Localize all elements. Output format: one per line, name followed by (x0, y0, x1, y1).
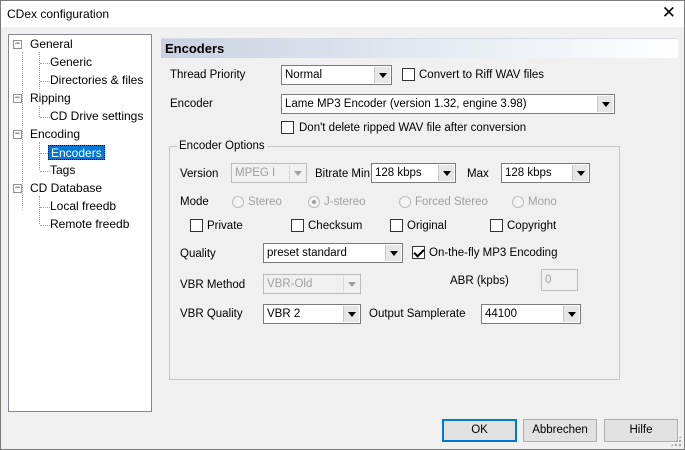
checksum-checkbox[interactable] (291, 219, 304, 232)
copyright-checkbox[interactable] (490, 219, 503, 232)
encoder-select[interactable]: Lame MP3 Encoder (version 1.32, engine 3… (281, 94, 615, 114)
tree-connector (39, 52, 40, 89)
tree-connector (39, 142, 40, 170)
vbr-quality-label: VBR Quality (180, 308, 243, 320)
mode-jstereo-label: J-stereo (324, 196, 366, 208)
quality-value: preset standard (267, 247, 347, 259)
title-bar: CDex configuration ✕ (1, 1, 684, 27)
chevron-down-icon (343, 276, 359, 292)
collapse-icon[interactable]: − (13, 130, 22, 139)
vbr-quality-value: VBR 2 (267, 308, 301, 320)
tree-connector (40, 207, 50, 208)
chevron-down-icon (572, 165, 588, 181)
chevron-down-icon (374, 67, 390, 83)
tree-item-encoding[interactable]: Encoding (30, 127, 80, 142)
bitrate-min-label: Bitrate Min (315, 168, 370, 180)
copyright-label: Copyright (507, 220, 557, 232)
help-button[interactable]: Hilfe (604, 419, 678, 442)
chevron-down-icon (385, 245, 401, 261)
private-checkbox[interactable] (190, 219, 203, 232)
tree-connector (22, 52, 23, 210)
encoder-value: Lame MP3 Encoder (version 1.32, engine 3… (285, 98, 527, 110)
version-value: MPEG I (235, 167, 276, 179)
tree-item-encoders[interactable]: Encoders (48, 145, 105, 160)
vbr-method-select[interactable]: VBR-Old (263, 274, 361, 294)
vbr-quality-select[interactable]: VBR 2 (263, 304, 361, 324)
quality-label: Quality (180, 248, 216, 260)
ok-button[interactable]: OK (442, 419, 517, 442)
tree-connector (39, 196, 40, 224)
original-label: Original (407, 220, 447, 232)
tree-item-remote-freedb[interactable]: Remote freedb (50, 217, 129, 232)
tree-item-local-freedb[interactable]: Local freedb (50, 199, 116, 214)
private-label: Private (207, 220, 243, 232)
tree-item-directories[interactable]: Directories & files (50, 73, 143, 88)
convert-riff-checkbox[interactable] (402, 68, 415, 81)
mode-forced-stereo-label: Forced Stereo (415, 196, 488, 208)
dont-delete-checkbox[interactable] (281, 121, 294, 134)
thread-priority-label: Thread Priority (170, 69, 246, 81)
tree-connector (40, 171, 50, 172)
chevron-down-icon (438, 165, 454, 181)
checksum-label: Checksum (308, 220, 363, 232)
tree-item-cd-drive-settings[interactable]: CD Drive settings (50, 109, 143, 124)
collapse-icon[interactable]: − (13, 94, 22, 103)
tree-item-cd-database[interactable]: CD Database (30, 181, 102, 196)
encoder-label: Encoder (170, 98, 213, 110)
max-label: Max (467, 168, 489, 180)
chevron-down-icon (563, 306, 579, 322)
output-samplerate-value: 44100 (485, 308, 517, 320)
dont-delete-label: Don't delete ripped WAV file after conve… (299, 122, 527, 134)
output-samplerate-select[interactable]: 44100 (481, 304, 581, 324)
thread-priority-value: Normal (285, 69, 323, 81)
window-title: CDex configuration (7, 7, 110, 21)
settings-tree[interactable]: − General Generic Directories & files − … (8, 34, 152, 412)
abr-input[interactable]: 0 (541, 269, 578, 291)
tree-connector (39, 106, 40, 117)
chevron-down-icon (343, 306, 359, 322)
chevron-down-icon (597, 96, 613, 112)
tree-connector (40, 225, 50, 226)
original-checkbox[interactable] (390, 219, 403, 232)
collapse-icon[interactable]: − (13, 184, 22, 193)
panel-header: Encoders (161, 38, 678, 58)
cancel-button[interactable]: Abbrechen (523, 419, 597, 442)
tree-item-general[interactable]: General (30, 37, 73, 52)
chevron-down-icon (289, 165, 305, 181)
max-select[interactable]: 128 kbps (501, 163, 590, 183)
mode-jstereo-radio[interactable] (308, 196, 320, 208)
vbr-method-value: VBR-Old (267, 278, 313, 290)
close-icon[interactable]: ✕ (662, 4, 676, 22)
mode-mono-label: Mono (528, 196, 557, 208)
quality-select[interactable]: preset standard (263, 243, 403, 263)
onthefly-checkbox[interactable] (412, 246, 425, 259)
thread-priority-select[interactable]: Normal (281, 65, 392, 85)
version-select[interactable]: MPEG I (231, 163, 307, 183)
version-label: Version (180, 168, 219, 180)
mode-label: Mode (180, 196, 209, 208)
tree-item-generic[interactable]: Generic (50, 55, 92, 70)
max-value: 128 kbps (505, 167, 552, 179)
bitrate-min-select[interactable]: 128 kbps (371, 163, 456, 183)
mode-stereo-label: Stereo (248, 196, 282, 208)
mode-mono-radio[interactable] (512, 196, 524, 208)
config-window: CDex configuration ✕ − General Generic D… (0, 0, 685, 450)
tree-item-ripping[interactable]: Ripping (30, 91, 71, 106)
abr-label: ABR (kpbs) (450, 275, 509, 287)
bitrate-min-value: 128 kbps (375, 167, 422, 179)
tree-connector (40, 63, 50, 64)
onthefly-label: On-the-fly MP3 Encoding (429, 247, 558, 259)
vbr-method-label: VBR Method (180, 279, 246, 291)
tree-connector (40, 117, 50, 118)
mode-forced-stereo-radio[interactable] (399, 196, 411, 208)
output-samplerate-label: Output Samplerate (369, 308, 466, 320)
tree-connector (40, 81, 50, 82)
mode-stereo-radio[interactable] (232, 196, 244, 208)
convert-riff-label: Convert to Riff WAV files (419, 69, 545, 81)
encoder-options-title: Encoder Options (177, 139, 267, 153)
tree-item-tags[interactable]: Tags (50, 163, 75, 178)
collapse-icon[interactable]: − (13, 40, 22, 49)
